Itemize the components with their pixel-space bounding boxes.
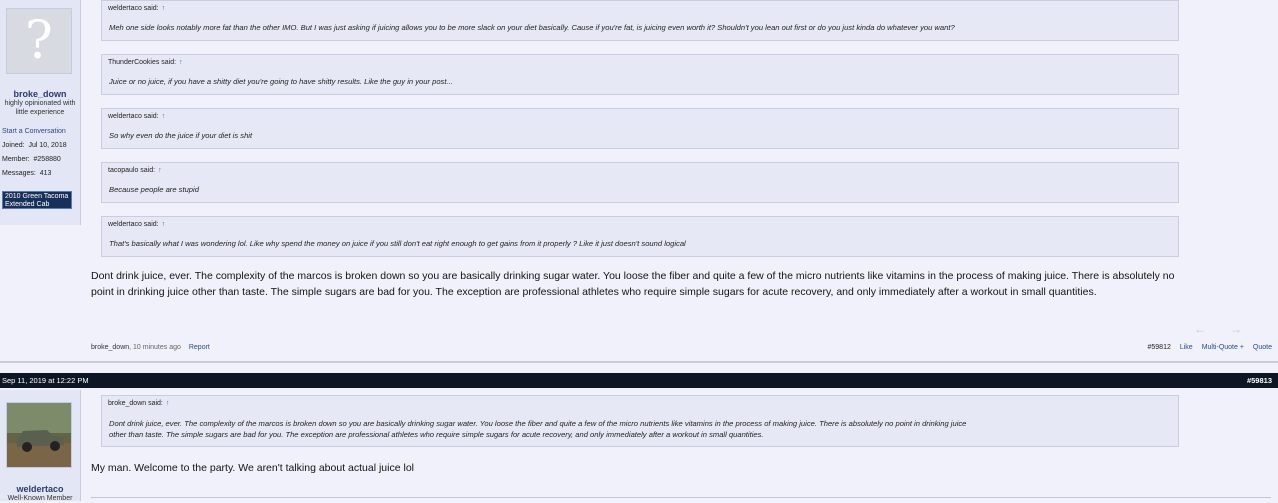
divider — [91, 497, 1271, 498]
user-title: Well-Known Member — [7, 495, 73, 502]
like-link[interactable]: Like — [1180, 344, 1193, 351]
quote-text: Because people are stupid — [109, 185, 199, 194]
username[interactable]: broke_down — [0, 89, 80, 99]
up-arrow-icon[interactable]: ↑ — [179, 59, 183, 66]
question-mark-icon: ? — [25, 11, 53, 71]
quote-author: broke_down said: — [108, 400, 163, 407]
quote-header: weldertaco said: ↑ — [108, 5, 165, 12]
quote-author: weldertaco said: — [108, 5, 159, 12]
post-nav: ←→ — [1194, 322, 1266, 336]
user-title: highly opinionated with little experienc… — [4, 100, 76, 116]
quote-text: So why even do the juice if your diet is… — [109, 131, 253, 140]
post-footer-meta: broke_down, 10 minutes ago Report — [91, 344, 210, 351]
username[interactable]: weldertaco — [0, 484, 80, 494]
member-value: #258880 — [33, 156, 61, 163]
quote-block: weldertaco said: ↑ So why even do the jui… — [101, 108, 1179, 149]
post-date: Sep 11, 2019 at 12:22 PM — [2, 376, 89, 385]
joined-info: Joined: Jul 10, 2018 — [2, 142, 67, 149]
quote-text-line: other than taste. The simple sugars are … — [109, 430, 764, 439]
post-header-bar: Sep 11, 2019 at 12:22 PM #59813 — [0, 373, 1278, 388]
quote-text-line: Dont drink juice, ever. The complexity o… — [109, 419, 967, 428]
up-arrow-icon[interactable]: ↑ — [162, 5, 166, 12]
up-arrow-icon[interactable]: ↑ — [158, 167, 162, 174]
quote-block: ThunderCookies said: ↑ Juice or no juice,… — [101, 54, 1179, 95]
quote-link[interactable]: Quote — [1253, 344, 1272, 351]
quote-author: tacopaulo said: — [108, 167, 156, 174]
quote-block: weldertaco said: ↑ That's basically what … — [101, 216, 1179, 257]
quote-author: ThunderCookies said: — [108, 59, 177, 66]
report-link[interactable]: Report — [189, 344, 210, 351]
footer-time: , 10 minutes ago — [129, 344, 181, 351]
user-pane: weldertaco Well-Known Member — [0, 390, 81, 502]
post-number[interactable]: #59812 — [1148, 344, 1171, 351]
quote-header: broke_down said: ↑ — [108, 400, 169, 407]
user-pane: ? broke_down highly opinionated with lit… — [0, 0, 81, 225]
member-label: Member: — [2, 156, 30, 163]
quote-header: ThunderCookies said: ↑ — [108, 59, 183, 66]
up-arrow-icon[interactable]: ↑ — [162, 221, 166, 228]
messages-value: 413 — [39, 170, 52, 177]
quote-author: weldertaco said: — [108, 113, 159, 120]
avatar[interactable] — [6, 402, 72, 468]
next-arrow-icon[interactable]: → — [1230, 322, 1266, 336]
messages-label: Messages: — [2, 170, 36, 177]
footer-author-link[interactable]: broke_down — [91, 344, 129, 351]
truck-photo-icon — [7, 403, 71, 467]
post-footer-actions: #59812 Like Multi-Quote + Quote — [1148, 344, 1273, 351]
up-arrow-icon[interactable]: ↑ — [166, 400, 170, 407]
quote-text: That's basically what I was wondering lo… — [109, 239, 686, 248]
start-conversation-link[interactable]: Start a Conversation — [2, 128, 66, 135]
post-message-line: Dont drink juice, ever. The complexity o… — [91, 270, 1175, 282]
quote-block: broke_down said: ↑ Dont drink juice, ever… — [101, 395, 1179, 447]
multi-quote-link[interactable]: Multi-Quote + — [1202, 344, 1244, 351]
post-message-line: point in drinking juice other than taste… — [91, 286, 1097, 298]
post-number[interactable]: #59813 — [1247, 376, 1272, 385]
quote-header: tacopaulo said: ↑ — [108, 167, 162, 174]
joined-value: Jul 10, 2018 — [28, 142, 67, 149]
messages-info: Messages: 413 — [2, 170, 51, 177]
quote-text: Juice or no juice, if you have a shitty … — [109, 77, 453, 86]
post-message: My man. Welcome to the party. We aren't … — [91, 462, 414, 474]
quote-text: Meh one side looks notably more fat than… — [109, 23, 955, 32]
quote-header: weldertaco said: ↑ — [108, 113, 165, 120]
joined-label: Joined: — [2, 142, 25, 149]
vehicle-badge: 2010 Green Tacoma Extended Cab — [2, 191, 72, 209]
up-arrow-icon[interactable]: ↑ — [162, 113, 166, 120]
avatar[interactable]: ? — [6, 8, 72, 74]
quote-block: weldertaco said: ↑ Meh one side looks not… — [101, 0, 1179, 41]
prev-arrow-icon[interactable]: ← — [1194, 322, 1230, 336]
quote-author: weldertaco said: — [108, 221, 159, 228]
post-separator — [0, 361, 1278, 363]
quote-header: weldertaco said: ↑ — [108, 221, 165, 228]
quote-block: tacopaulo said: ↑ Because people are stup… — [101, 162, 1179, 203]
member-info: Member: #258880 — [2, 156, 61, 163]
